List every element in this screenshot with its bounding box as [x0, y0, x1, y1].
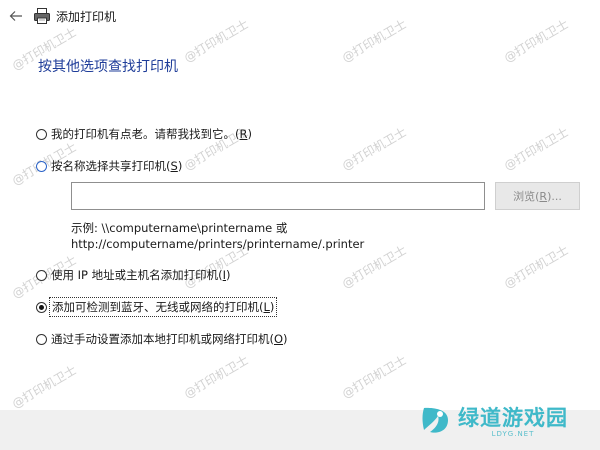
browse-button[interactable]: 浏览(R)... — [495, 182, 580, 210]
option-label: 通过手动设置添加本地打印机或网络打印机(O) — [51, 332, 288, 346]
title-bar: 添加打印机 — [0, 0, 600, 32]
option-label: 按名称选择共享打印机(S) — [51, 159, 183, 173]
brand-watermark: 绿道游戏园 LDYG.NET — [418, 402, 568, 438]
brand-logo-icon — [422, 407, 448, 433]
watermark: @打印机卫士 — [339, 352, 409, 401]
watermark: @打印机卫士 — [339, 124, 409, 173]
brand-site: LDYG.NET — [491, 430, 535, 438]
option-label: 使用 IP 地址或主机名添加打印机(I) — [51, 268, 231, 282]
option-bluetooth-wireless-network[interactable]: 添加可检测到蓝牙、无线或网络的打印机(L) — [36, 297, 278, 317]
brand-name: 绿道游戏园 — [458, 406, 568, 430]
option-old-printer[interactable]: 我的打印机有点老。请帮我找到它。(R) — [36, 126, 252, 142]
shared-printer-name-input[interactable] — [71, 182, 485, 210]
option-label: 我的打印机有点老。请帮我找到它。(R) — [51, 127, 252, 141]
option-manual-settings[interactable]: 通过手动设置添加本地打印机或网络打印机(O) — [36, 331, 288, 347]
page-title: 按其他选项查找打印机 — [38, 59, 178, 75]
back-arrow-icon — [9, 11, 22, 21]
back-button[interactable] — [6, 6, 26, 26]
window-title: 添加打印机 — [56, 10, 117, 24]
radio-button[interactable] — [36, 160, 47, 172]
option-label: 添加可检测到蓝牙、无线或网络的打印机(L) — [48, 297, 278, 317]
option-ip-address[interactable]: 使用 IP 地址或主机名添加打印机(I) — [36, 267, 231, 283]
radio-button-selected[interactable] — [36, 301, 47, 313]
printer-icon — [34, 8, 50, 24]
watermark: @打印机卫士 — [9, 362, 79, 411]
option-shared-printer-by-name[interactable]: 按名称选择共享打印机(S) — [36, 158, 182, 174]
watermark: @打印机卫士 — [501, 242, 571, 291]
radio-button[interactable] — [36, 333, 47, 345]
example-text-line1: 示例: \\computername\printername 或 — [71, 221, 288, 235]
watermark: @打印机卫士 — [181, 352, 251, 401]
watermark: @打印机卫士 — [501, 124, 571, 173]
radio-button[interactable] — [36, 128, 47, 140]
example-text-line2: http://computername/printers/printername… — [71, 237, 365, 251]
radio-button[interactable] — [36, 269, 47, 281]
